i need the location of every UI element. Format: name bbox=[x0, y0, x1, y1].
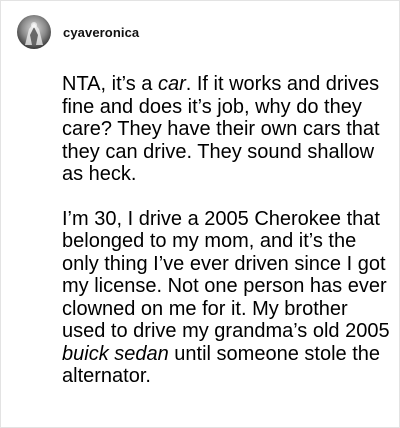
post-header: cyaveronica bbox=[17, 15, 139, 49]
post-paragraph: NTA, it’s a car. If it works and drives … bbox=[62, 73, 392, 186]
post-card: cyaveronica NTA, it’s a car. If it works… bbox=[0, 0, 400, 428]
post-text: NTA, it’s a bbox=[62, 73, 158, 95]
post-body: NTA, it’s a car. If it works and drives … bbox=[62, 73, 392, 388]
emphasized-text: buick sedan bbox=[62, 342, 169, 365]
post-text: I’m 30, I drive a 2005 Cherokee that bel… bbox=[62, 207, 390, 343]
emphasized-text: car bbox=[157, 73, 186, 95]
username[interactable]: cyaveronica bbox=[63, 25, 139, 40]
post-paragraph: I’m 30, I drive a 2005 Cherokee that bel… bbox=[62, 208, 392, 388]
avatar-icon[interactable] bbox=[17, 15, 51, 49]
